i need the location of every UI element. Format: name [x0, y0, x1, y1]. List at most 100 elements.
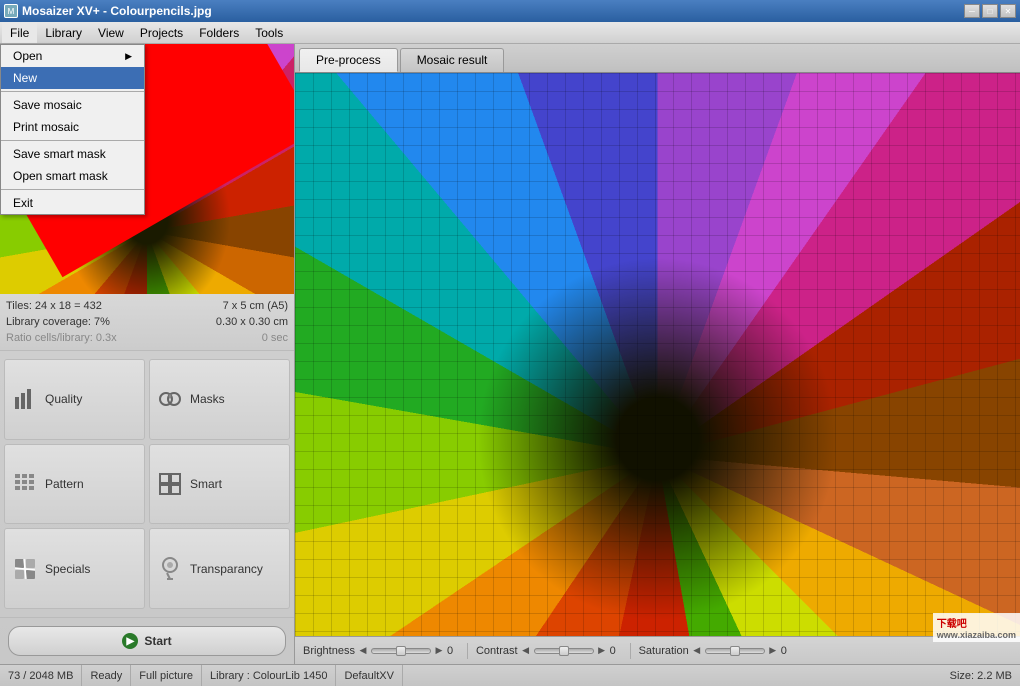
transparency-icon [156, 555, 184, 583]
smart-button[interactable]: Smart [149, 444, 290, 525]
info-bar: Tiles: 24 x 18 = 432 7 x 5 cm (A5) Libra… [0, 294, 294, 351]
specials-icon [11, 555, 39, 583]
mosaic-image [295, 73, 1020, 636]
watermark-subtext: www.xiazaiba.com [937, 630, 1016, 640]
start-label: Start [144, 634, 171, 648]
start-area: ▶ Start [0, 617, 294, 664]
app-icon: M [4, 4, 18, 18]
brightness-increase[interactable]: ▶ [434, 646, 444, 656]
menu-folders[interactable]: Folders [191, 22, 247, 43]
menu-separator-1 [1, 91, 144, 92]
quality-icon [11, 385, 39, 413]
contrast-increase[interactable]: ▶ [597, 646, 607, 656]
menu-save-smart-mask[interactable]: Save smart mask [1, 143, 144, 165]
status-size: Size: 2.2 MB [942, 665, 1020, 686]
cell-size: 0.30 x 0.30 cm [216, 314, 288, 330]
menu-file[interactable]: File [2, 22, 37, 43]
contrast-value: 0 [610, 645, 622, 657]
brightness-thumb [396, 646, 406, 656]
image-area [295, 73, 1020, 636]
brightness-value: 0 [447, 645, 459, 657]
start-button[interactable]: ▶ Start [8, 626, 286, 656]
saturation-value: 0 [781, 645, 793, 657]
quality-button[interactable]: Quality [4, 359, 145, 440]
start-icon: ▶ [122, 633, 138, 649]
saturation-thumb [730, 646, 740, 656]
bottom-controls: Brightness ◀ ▶ 0 Contrast ◀ ▶ 0 Satu [295, 636, 1020, 664]
menu-projects[interactable]: Projects [132, 22, 191, 43]
contrast-slider[interactable] [534, 648, 594, 654]
contrast-decrease[interactable]: ◀ [521, 646, 531, 656]
menu-tools[interactable]: Tools [247, 22, 291, 43]
brightness-label: Brightness [303, 645, 355, 657]
side-buttons-grid: Quality Masks [0, 351, 294, 617]
close-button[interactable]: ✕ [1000, 4, 1016, 18]
menu-save-mosaic[interactable]: Save mosaic [1, 94, 144, 116]
separator-1 [467, 643, 468, 659]
tab-preprocess[interactable]: Pre-process [299, 48, 398, 72]
right-panel: Pre-process Mosaic result Brightness ◀ ▶… [295, 44, 1020, 664]
info-row-tiles: Tiles: 24 x 18 = 432 7 x 5 cm (A5) [6, 298, 288, 314]
brightness-control: Brightness ◀ ▶ 0 [303, 645, 459, 657]
separator-2 [630, 643, 631, 659]
library-coverage: Library coverage: 7% [6, 314, 110, 330]
transparency-button[interactable]: Transparancy [149, 528, 290, 609]
pattern-label: Pattern [45, 477, 84, 491]
watermark-text: 下载吧 [937, 615, 1016, 630]
contrast-control: Contrast ◀ ▶ 0 [476, 645, 622, 657]
tiles-info: Tiles: 24 x 18 = 432 [6, 298, 102, 314]
status-view: Full picture [131, 665, 202, 686]
smart-label: Smart [190, 477, 222, 491]
status-bar: 73 / 2048 MB Ready Full picture Library … [0, 664, 1020, 686]
smart-icon [156, 470, 184, 498]
quality-label: Quality [45, 392, 82, 406]
menu-bar: File Library View Projects Folders Tools [0, 22, 1020, 44]
menu-library[interactable]: Library [37, 22, 90, 43]
saturation-decrease[interactable]: ◀ [692, 646, 702, 656]
contrast-thumb [559, 646, 569, 656]
status-profile: DefaultXV [336, 665, 403, 686]
menu-open[interactable]: Open ▶ [1, 45, 144, 67]
ratio-info: Ratio cells/library: 0.3x [6, 330, 117, 346]
window-controls: ─ □ ✕ [964, 4, 1016, 18]
menu-open-smart-mask[interactable]: Open smart mask [1, 165, 144, 187]
masks-label: Masks [190, 392, 225, 406]
status-ready: Ready [82, 665, 131, 686]
brightness-decrease[interactable]: ◀ [358, 646, 368, 656]
maximize-button[interactable]: □ [982, 4, 998, 18]
title-bar-left: M Mosaizer XV+ - Colourpencils.jpg [4, 4, 212, 18]
tab-mosaic-result[interactable]: Mosaic result [400, 48, 505, 72]
main-layout: Tiles: 24 x 18 = 432 7 x 5 cm (A5) Libra… [0, 44, 1020, 664]
masks-icon [156, 385, 184, 413]
status-memory: 73 / 2048 MB [0, 665, 82, 686]
menu-separator-2 [1, 140, 144, 141]
time-info: 0 sec [262, 330, 288, 346]
minimize-button[interactable]: ─ [964, 4, 980, 18]
pattern-icon [11, 470, 39, 498]
transparency-label: Transparancy [190, 562, 263, 576]
specials-button[interactable]: Specials [4, 528, 145, 609]
saturation-label: Saturation [639, 645, 689, 657]
brightness-slider[interactable] [371, 648, 431, 654]
size-info: 7 x 5 cm (A5) [223, 298, 288, 314]
title-bar: M Mosaizer XV+ - Colourpencils.jpg ─ □ ✕ [0, 0, 1020, 22]
tab-bar: Pre-process Mosaic result [295, 44, 1020, 73]
saturation-control: Saturation ◀ ▶ 0 [639, 645, 793, 657]
saturation-slider[interactable] [705, 648, 765, 654]
watermark: 下载吧 www.xiazaiba.com [933, 613, 1020, 642]
mosaic-grid-overlay [295, 73, 1020, 636]
menu-separator-3 [1, 189, 144, 190]
pattern-button[interactable]: Pattern [4, 444, 145, 525]
submenu-arrow: ▶ [125, 51, 132, 62]
menu-exit[interactable]: Exit [1, 192, 144, 214]
masks-button[interactable]: Masks [149, 359, 290, 440]
menu-new[interactable]: New [1, 67, 144, 89]
saturation-increase[interactable]: ▶ [768, 646, 778, 656]
info-row-library: Library coverage: 7% 0.30 x 0.30 cm [6, 314, 288, 330]
contrast-label: Contrast [476, 645, 518, 657]
menu-print-mosaic[interactable]: Print mosaic [1, 116, 144, 138]
menu-view[interactable]: View [90, 22, 132, 43]
specials-label: Specials [45, 562, 90, 576]
status-library: Library : ColourLib 1450 [202, 665, 336, 686]
window-title: Mosaizer XV+ - Colourpencils.jpg [22, 4, 212, 18]
